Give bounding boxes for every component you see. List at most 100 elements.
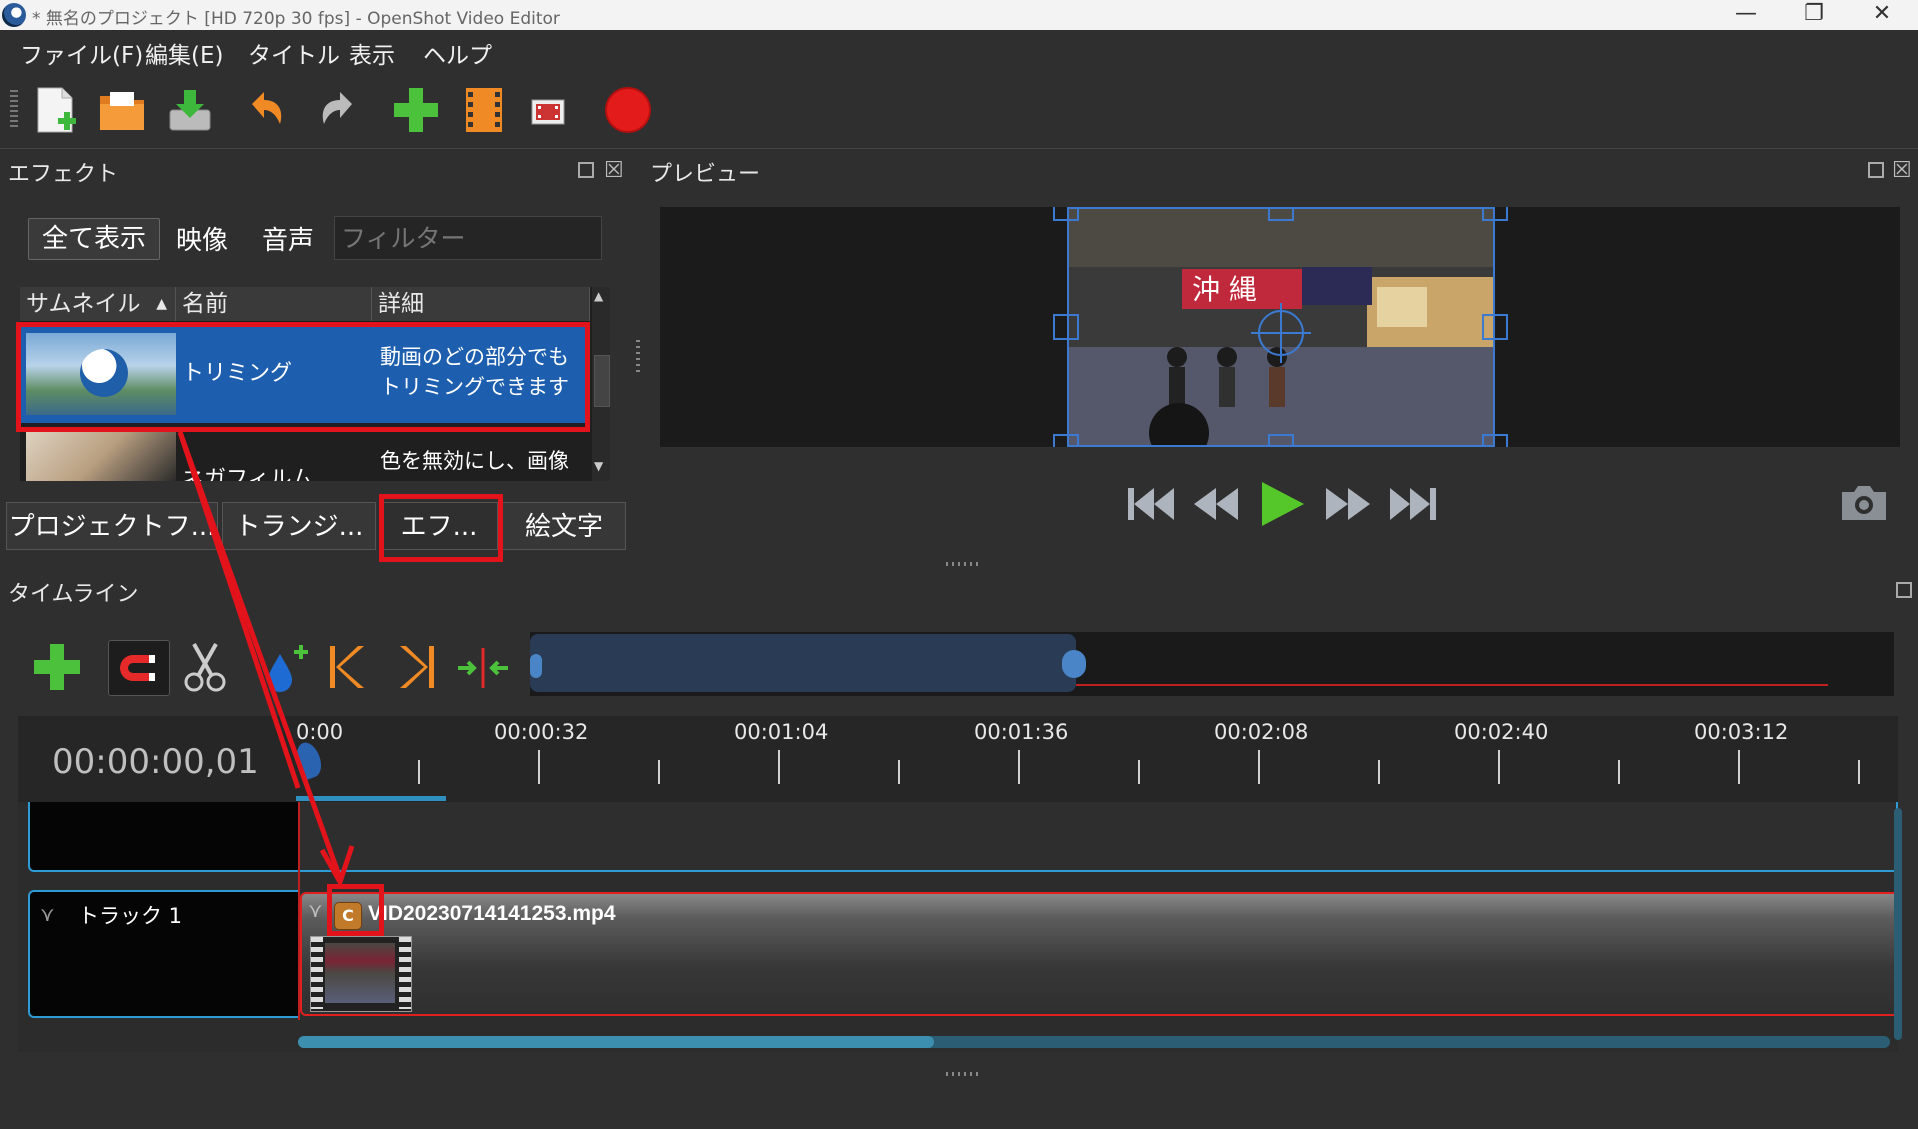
tick-major [1738, 750, 1740, 784]
menu-title[interactable]: タイトル [248, 36, 340, 70]
tab-video[interactable]: 映像 [176, 220, 228, 257]
transform-handle[interactable] [1482, 434, 1508, 447]
playhead-marker[interactable] [292, 739, 326, 781]
svg-text:沖 縄: 沖 縄 [1192, 273, 1257, 306]
zoom-handle-right[interactable] [1062, 650, 1086, 678]
cache-bar [296, 796, 446, 801]
clip-frame [325, 943, 395, 1003]
effect-row-negative[interactable]: ネガフィルム 色を無効にし、画像 [20, 431, 590, 481]
tab-audio[interactable]: 音声 [262, 220, 314, 257]
undo-icon[interactable] [240, 84, 292, 136]
previous-marker-icon[interactable] [326, 642, 372, 692]
timeline-panel-title: タイムライン [8, 582, 139, 607]
close-button[interactable]: ✕ [1854, 0, 1910, 30]
title-bar: * 無名のプロジェクト [HD 720p 30 fps] - OpenShot … [0, 0, 1918, 30]
import-files-icon[interactable] [390, 84, 442, 136]
timeline-horizontal-scrollbar[interactable] [298, 1036, 1890, 1048]
transform-handle[interactable] [1482, 207, 1508, 221]
open-project-icon[interactable] [96, 84, 148, 136]
scroll-down-icon[interactable]: ▼ [594, 459, 603, 473]
next-marker-icon[interactable] [392, 642, 438, 692]
fullscreen-icon[interactable] [522, 84, 574, 136]
tracks-vertical-scrollbar[interactable] [1894, 808, 1902, 1040]
camera-icon[interactable] [1838, 482, 1890, 530]
jump-end-icon[interactable] [1388, 480, 1440, 528]
tab-show-all[interactable]: 全て表示 [28, 218, 160, 260]
timeline-tracks: ⋎ トラック 1 ⋎ C VID20230714141253.mp4 [18, 802, 1902, 1052]
tick-minor [418, 760, 420, 784]
center-playhead-icon[interactable] [456, 646, 510, 690]
zoom-handle-left[interactable] [530, 654, 542, 678]
transform-handle[interactable] [1053, 314, 1079, 340]
transform-handle[interactable] [1268, 207, 1294, 221]
scroll-up-icon[interactable]: ▲ [594, 289, 603, 303]
float-panel-icon[interactable] [1896, 582, 1912, 598]
tick-label: 00:01:04 [734, 720, 829, 744]
splitter-handle[interactable] [636, 340, 640, 376]
effect-thumbnail [26, 431, 176, 481]
save-project-icon[interactable] [164, 84, 216, 136]
float-panel-icon[interactable] [578, 162, 594, 178]
add-track-icon[interactable] [32, 642, 82, 692]
tab-project-files[interactable]: プロジェクトフ... [6, 502, 218, 550]
transform-handle[interactable] [1268, 434, 1294, 447]
effects-panel-title: エフェクト [8, 162, 119, 187]
film-strip-right [399, 937, 411, 1009]
profile-icon[interactable] [458, 84, 510, 136]
video-frame[interactable]: 沖 縄 [1067, 207, 1495, 447]
close-panel-icon[interactable]: ☒ [1892, 158, 1912, 183]
zoom-window[interactable] [530, 634, 1076, 692]
scroll-thumb[interactable] [298, 1036, 934, 1048]
timeline-clip[interactable]: ⋎ C VID20230714141253.mp4 [300, 892, 1898, 1016]
close-panel-icon[interactable]: ☒ [604, 158, 624, 183]
add-marker-icon[interactable] [262, 640, 312, 694]
razor-icon[interactable] [180, 640, 230, 694]
main-toolbar [0, 70, 1918, 149]
timeline-zoom-slider[interactable] [530, 632, 1894, 696]
tab-emoji[interactable]: 絵文字 [502, 502, 626, 550]
float-panel-icon[interactable] [1868, 162, 1884, 178]
redo-icon[interactable] [312, 84, 364, 136]
tick-label: 00:03:12 [1694, 720, 1789, 744]
fast-forward-icon[interactable] [1322, 480, 1374, 528]
column-details[interactable]: 詳細 [372, 287, 590, 321]
chevron-down-icon[interactable]: ⋎ [308, 898, 323, 922]
splitter-handle[interactable] [946, 1072, 982, 1076]
tick-label: 0:00 [296, 720, 344, 744]
annotation-box-effects-tab [379, 494, 503, 562]
jump-start-icon[interactable] [1124, 480, 1176, 528]
menu-file[interactable]: ファイル(F) [20, 36, 143, 70]
splitter-handle[interactable] [946, 562, 982, 566]
play-icon[interactable] [1256, 480, 1308, 528]
track-header-upper[interactable] [28, 802, 298, 872]
table-scrollbar[interactable]: ▲ ▼ [592, 287, 610, 481]
rewind-icon[interactable] [1190, 480, 1242, 528]
tick-major [1258, 750, 1260, 784]
tab-transitions[interactable]: トランジ... [222, 502, 376, 550]
minimize-button[interactable]: — [1718, 0, 1774, 30]
menu-help[interactable]: ヘルプ [423, 36, 492, 70]
transform-handle[interactable] [1053, 207, 1079, 221]
track-header[interactable]: ⋎ トラック 1 [28, 890, 298, 1018]
scroll-thumb[interactable] [594, 355, 610, 407]
column-name[interactable]: 名前 [176, 287, 372, 321]
timeline-ruler[interactable]: 00:00:00,01 0:00 00:00:32 00:01:04 00:01… [18, 716, 1898, 802]
export-video-icon[interactable] [602, 84, 654, 136]
track-body-upper[interactable] [298, 802, 1898, 872]
tick-major [1018, 750, 1020, 784]
menu-view[interactable]: 表示 [349, 36, 395, 70]
snapping-toggle[interactable] [108, 640, 170, 696]
tick-minor [1858, 760, 1860, 784]
new-project-icon[interactable] [30, 84, 82, 136]
column-thumbnail[interactable]: サムネイル ▲ [20, 287, 176, 321]
menu-edit[interactable]: 編集(E) [145, 36, 223, 70]
tick-label: 00:02:40 [1454, 720, 1549, 744]
filter-input[interactable] [334, 216, 602, 260]
transform-handle[interactable] [1482, 314, 1508, 340]
transform-handle[interactable] [1053, 434, 1079, 447]
tick-minor [658, 760, 660, 784]
chevron-down-icon[interactable]: ⋎ [40, 902, 55, 926]
toolbar-grip[interactable] [10, 90, 18, 130]
clip-thumbnail [310, 936, 412, 1012]
maximize-button[interactable]: ❐ [1786, 0, 1842, 30]
